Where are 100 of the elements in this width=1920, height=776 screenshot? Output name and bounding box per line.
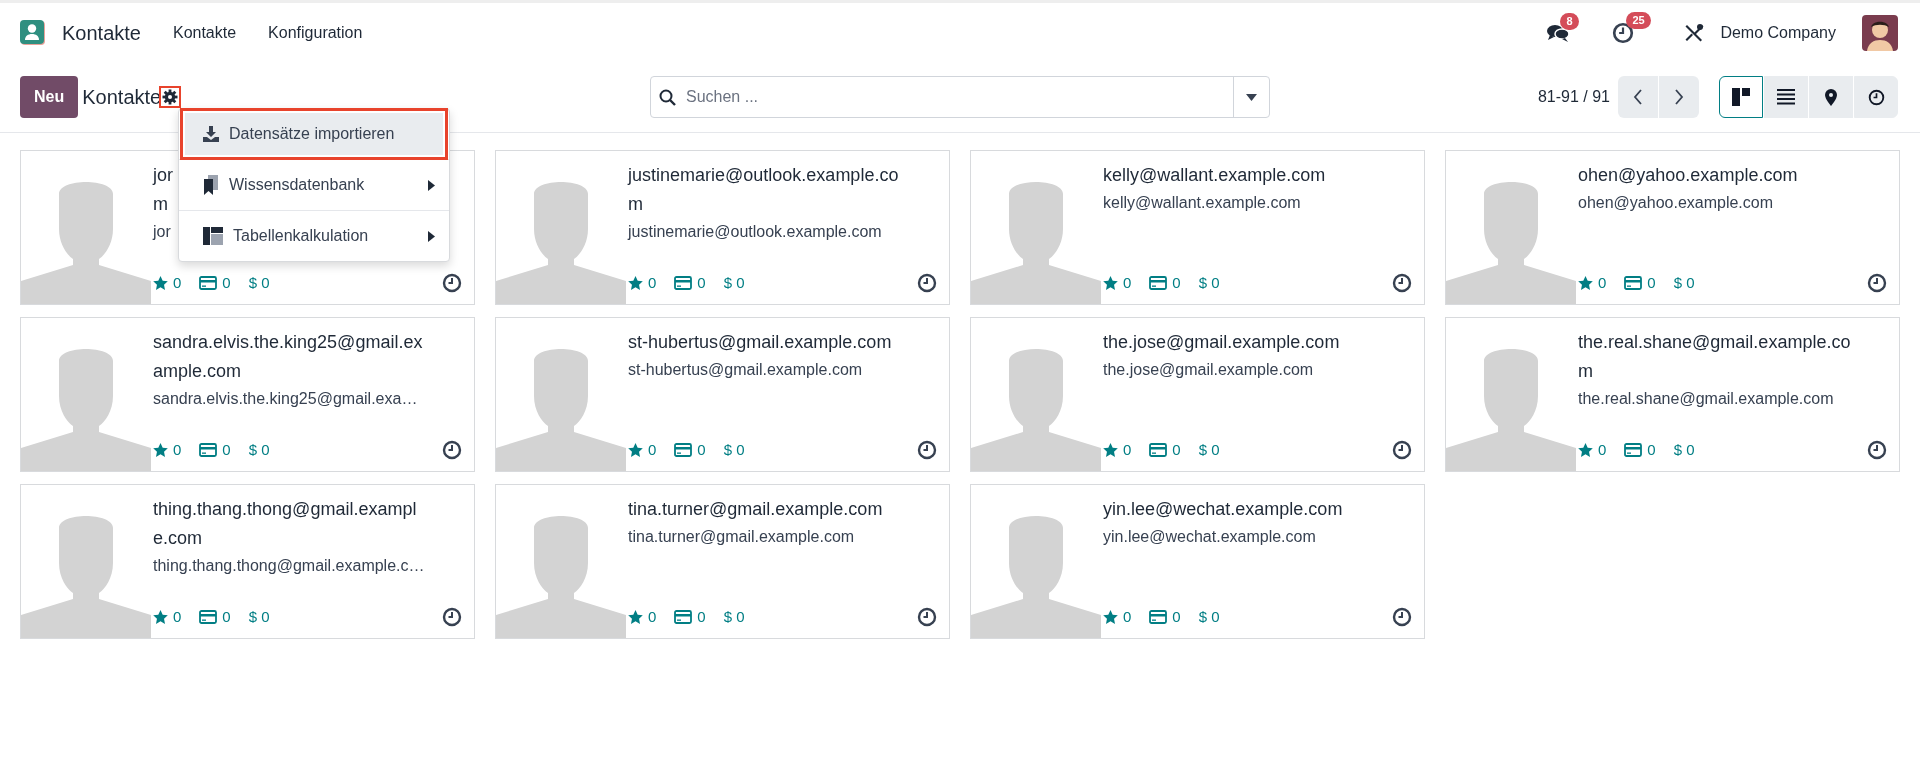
- menu-item[interactable]: Tabellenkalkulation: [179, 215, 449, 257]
- chevron-left-icon: [1633, 89, 1643, 105]
- list-icon: [1777, 89, 1795, 105]
- opportunity-count: 0: [173, 272, 182, 293]
- opportunity-count: 0: [1123, 439, 1132, 460]
- app-name[interactable]: Kontakte: [62, 17, 141, 48]
- submenu-arrow-icon: [428, 179, 435, 191]
- sales-count: $ 0: [1673, 272, 1695, 293]
- menu-link[interactable]: Konfiguration: [268, 20, 363, 45]
- user-avatar[interactable]: [1862, 14, 1898, 51]
- view-button[interactable]: [1719, 76, 1763, 118]
- sales-count: $ 0: [1198, 439, 1220, 460]
- contact-name: sandra.elvis.the.king25@gmail.ex ample.com: [153, 331, 423, 383]
- star-icon: [153, 275, 168, 290]
- invoice-count: 0: [1172, 439, 1181, 460]
- chevron-right-icon: [1674, 89, 1684, 105]
- invoice-count: 0: [697, 606, 706, 627]
- contact-name: the.real.shane@gmail.example.co m: [1578, 331, 1851, 383]
- activity-icon[interactable]: [1392, 439, 1412, 460]
- notification-badge: 8: [1560, 12, 1579, 30]
- activity-icon[interactable]: [1612, 21, 1635, 44]
- contact-card[interactable]: the.real.shane@gmail.example.co m the.real.shane@gmail.example.com 0 0 $ 0: [1445, 317, 1900, 472]
- sales-count: $ 0: [723, 606, 745, 627]
- download-icon: [203, 126, 219, 142]
- activity-icon[interactable]: [442, 439, 462, 460]
- credit-card-icon: [674, 275, 693, 290]
- star-icon: [628, 442, 643, 457]
- company-switcher[interactable]: Demo Company: [1720, 20, 1836, 45]
- kanban-icon: [1732, 88, 1750, 106]
- activity-icon[interactable]: [1392, 606, 1412, 627]
- contact-card[interactable]: ohen@yahoo.example.com ohen@yahoo.example.com 0 0 $ 0: [1445, 150, 1900, 305]
- credit-card-icon: [1149, 442, 1168, 457]
- contact-email: the.real.shane@gmail.example.com: [1578, 389, 1834, 409]
- activity-icon[interactable]: [917, 606, 937, 627]
- activity-icon[interactable]: [917, 272, 937, 293]
- contact-name: justinemarie@outlook.example.co m: [628, 164, 899, 216]
- contact-card[interactable]: justinemarie@outlook.example.co m justinemarie@outlook.example.com 0 0 $ 0: [495, 150, 950, 305]
- submenu-arrow-icon: [428, 230, 435, 242]
- gear-icon[interactable]: [162, 89, 179, 105]
- map-pin-icon: [1825, 88, 1837, 106]
- invoice-count: 0: [697, 439, 706, 460]
- contact-name: tina.turner@gmail.example.com: [628, 498, 883, 521]
- contact-card[interactable]: kelly@wallant.example.com kelly@wallant.example.com 0 0 $ 0: [970, 150, 1425, 305]
- opportunity-count: 0: [648, 272, 657, 293]
- contact-name: kelly@wallant.example.com: [1103, 164, 1326, 187]
- opportunity-count: 0: [648, 439, 657, 460]
- sales-count: $ 0: [723, 439, 745, 460]
- invoice-count: 0: [1172, 272, 1181, 293]
- contact-name: jor m: [153, 164, 173, 216]
- contact-email: thing.thang.thong@gmail.example.c…: [153, 556, 425, 576]
- search-field[interactable]: Suchen ...: [650, 76, 1270, 118]
- star-icon: [1578, 442, 1593, 457]
- invoice-count: 0: [1647, 272, 1656, 293]
- contact-card[interactable]: tina.turner@gmail.example.com tina.turner@gmail.example.com 0 0 $ 0: [495, 484, 950, 639]
- opportunity-count: 0: [1123, 272, 1132, 293]
- credit-card-icon: [199, 609, 218, 624]
- credit-card-icon: [1624, 442, 1643, 457]
- new-button[interactable]: Neu: [20, 76, 79, 118]
- activity-icon[interactable]: [442, 606, 462, 627]
- invoice-count: 0: [1172, 606, 1181, 627]
- opportunity-count: 0: [1123, 606, 1132, 627]
- spreadsheet-icon: [203, 227, 223, 245]
- contact-card[interactable]: yin.lee@wechat.example.com yin.lee@wechat.example.com 0 0 $ 0: [970, 484, 1425, 639]
- search-icon: [659, 88, 676, 106]
- opportunity-count: 0: [648, 606, 657, 627]
- bookmark-icon: [203, 175, 219, 195]
- contact-email: kelly@wallant.example.com: [1103, 193, 1301, 213]
- activity-icon[interactable]: [1867, 439, 1887, 460]
- clock-icon: [1867, 88, 1885, 106]
- activity-icon[interactable]: [1867, 272, 1887, 293]
- star-icon: [1103, 442, 1118, 457]
- credit-card-icon: [1149, 609, 1168, 624]
- app-logo-icon[interactable]: [20, 19, 46, 46]
- sales-count: $ 0: [1198, 606, 1220, 627]
- tools-icon[interactable]: [1684, 22, 1705, 43]
- invoice-count: 0: [697, 272, 706, 293]
- contact-card[interactable]: st-hubertus@gmail.example.com st-hubertus@gmail.example.com 0 0 $ 0: [495, 317, 950, 472]
- sales-count: $ 0: [1673, 439, 1695, 460]
- contact-name: ohen@yahoo.example.com: [1578, 164, 1798, 187]
- contact-email: st-hubertus@gmail.example.com: [628, 360, 863, 380]
- sales-count: $ 0: [248, 272, 270, 293]
- search-input[interactable]: Suchen ...: [684, 84, 1233, 110]
- contact-card[interactable]: the.jose@gmail.example.com the.jose@gmail.example.com 0 0 $ 0: [970, 317, 1425, 472]
- opportunity-count: 0: [173, 606, 182, 627]
- credit-card-icon: [674, 609, 693, 624]
- contact-email: jor: [153, 222, 171, 242]
- contact-email: justinemarie@outlook.example.com: [628, 222, 882, 242]
- star-icon: [628, 275, 643, 290]
- activity-icon[interactable]: [1392, 272, 1412, 293]
- pager-value: 81-91 / 91: [1537, 87, 1610, 107]
- menu-item[interactable]: Wissensdatenbank: [179, 164, 449, 206]
- activity-icon[interactable]: [442, 272, 462, 293]
- credit-card-icon: [199, 442, 218, 457]
- menu-link[interactable]: Kontakte: [172, 20, 237, 45]
- contact-name: yin.lee@wechat.example.com: [1103, 498, 1343, 521]
- contact-card[interactable]: thing.thang.thong@gmail.exampl e.com thing.thang.thong@gmail.example.c… 0 0 $ 0: [20, 484, 475, 639]
- activity-icon[interactable]: [917, 439, 937, 460]
- contact-card[interactable]: sandra.elvis.the.king25@gmail.ex ample.com sandra.elvis.the.king25@gmail.exa… 0 0 $ 0: [20, 317, 475, 472]
- opportunity-count: 0: [1598, 272, 1607, 293]
- invoice-count: 0: [222, 272, 231, 293]
